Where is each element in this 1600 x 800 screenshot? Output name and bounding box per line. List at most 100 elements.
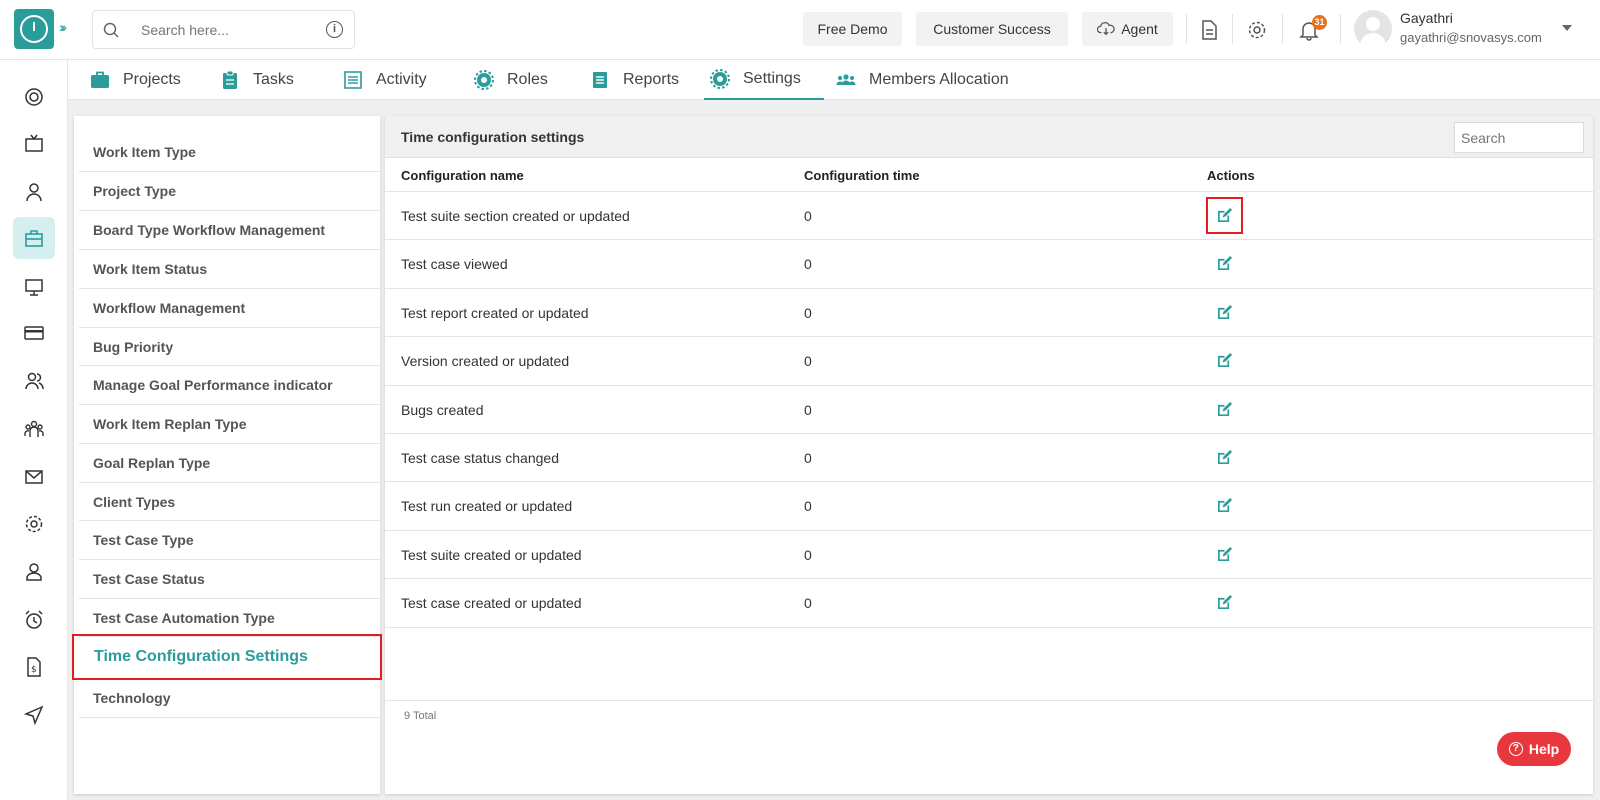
total-count: 9 Total	[404, 710, 437, 722]
menu-item-work-item-replan[interactable]: Work Item Replan Type	[79, 405, 380, 444]
menu-item-bug-priority[interactable]: Bug Priority	[79, 328, 380, 366]
menu-item-work-item-type[interactable]: Work Item Type	[79, 133, 380, 172]
expand-sidebar-icon[interactable]: ›››	[59, 19, 67, 35]
menu-item-workflow-management[interactable]: Workflow Management	[79, 289, 380, 328]
configuration-time: 0	[804, 546, 812, 563]
clipboard-icon	[223, 70, 237, 89]
tab-roles[interactable]: Roles	[474, 60, 548, 100]
rail-dashboard-icon[interactable]	[13, 76, 55, 118]
rail-send-icon[interactable]	[13, 694, 55, 736]
configuration-time: 0	[804, 401, 812, 418]
configuration-time: 0	[804, 450, 812, 466]
menu-item-test-case-automation[interactable]: Test Case Automation Type	[79, 599, 380, 637]
menu-item-client-types[interactable]: Client Types	[79, 483, 380, 521]
edit-icon[interactable]	[1216, 255, 1233, 272]
left-rail: $	[0, 60, 68, 800]
document-icon[interactable]	[1198, 19, 1220, 41]
help-button[interactable]: ? Help	[1497, 732, 1571, 766]
info-icon[interactable]: i	[326, 21, 343, 38]
rail-user-icon[interactable]	[13, 171, 55, 213]
configuration-name: Version created or updated	[401, 353, 570, 370]
user-name: Gayathri	[1400, 10, 1453, 26]
table-row: Test suite created or updated 0	[385, 531, 1593, 580]
menu-item-test-case-type[interactable]: Test Case Type	[79, 521, 380, 560]
menu-item-goal-performance[interactable]: Manage Goal Performance indicator	[79, 366, 380, 405]
gear-icon[interactable]	[1246, 19, 1268, 41]
table-row: Test report created or updated 0	[385, 289, 1593, 338]
rail-alarm-icon[interactable]	[13, 599, 55, 641]
global-search: i	[92, 10, 355, 49]
global-search-input[interactable]	[141, 21, 321, 38]
settings-menu: Work Item Type Project Type Board Type W…	[72, 116, 382, 794]
edit-icon[interactable]	[1216, 401, 1233, 418]
list-icon	[344, 71, 362, 89]
tab-projects[interactable]: Projects	[90, 60, 181, 100]
menu-item-project-type[interactable]: Project Type	[79, 172, 380, 211]
tab-label: Members Allocation	[869, 71, 1009, 88]
rail-users-icon[interactable]	[13, 360, 55, 402]
column-header-time[interactable]: Configuration time	[804, 168, 920, 183]
clock-logo-icon	[20, 15, 48, 43]
edit-icon[interactable]	[1216, 304, 1233, 321]
tab-members-allocation[interactable]: Members Allocation	[836, 60, 1009, 100]
briefcase-icon	[91, 71, 109, 88]
table-row: Test case created or updated 0	[385, 579, 1593, 628]
edit-icon[interactable]	[1216, 497, 1233, 514]
rail-monitor-icon[interactable]	[13, 266, 55, 308]
table-row: Bugs created 0	[385, 386, 1593, 434]
avatar[interactable]	[1354, 10, 1392, 48]
edit-icon[interactable]	[1216, 449, 1233, 466]
configuration-name: Test case created or updated	[401, 595, 582, 612]
chevron-down-icon[interactable]	[1562, 25, 1572, 31]
help-label: Help	[1528, 741, 1560, 757]
column-header-name[interactable]: Configuration name	[401, 168, 524, 183]
people-icon	[836, 74, 856, 85]
rail-profile-icon[interactable]	[13, 551, 55, 593]
edit-icon[interactable]	[1216, 352, 1233, 369]
customer-success-button[interactable]: Customer Success	[916, 12, 1068, 46]
gear-icon	[710, 69, 730, 89]
configuration-time: 0	[804, 256, 812, 273]
rail-briefcase-icon[interactable]	[13, 217, 55, 259]
configuration-name: Test suite section created or updated	[401, 208, 630, 224]
divider	[1340, 14, 1341, 44]
configuration-time: 0	[804, 353, 812, 370]
rail-mail-icon[interactable]	[13, 456, 55, 498]
configuration-name: Test case status changed	[401, 450, 559, 466]
panel-search-input[interactable]	[1454, 122, 1584, 153]
edit-icon[interactable]	[1206, 197, 1243, 234]
app-logo[interactable]	[14, 9, 54, 49]
configuration-time: 0	[804, 595, 812, 612]
rail-settings-icon[interactable]	[13, 503, 55, 545]
agent-button[interactable]: Agent	[1082, 12, 1173, 46]
configuration-name: Test suite created or updated	[401, 546, 582, 563]
menu-item-time-configuration[interactable]: Time Configuration Settings	[72, 634, 382, 680]
menu-item-technology[interactable]: Technology	[79, 678, 380, 718]
edit-icon[interactable]	[1216, 546, 1233, 563]
tab-activity[interactable]: Activity	[343, 60, 427, 100]
edit-icon[interactable]	[1216, 594, 1233, 611]
tab-reports[interactable]: Reports	[590, 60, 679, 100]
tab-settings[interactable]: Settings	[704, 60, 824, 100]
svg-text:$: $	[31, 665, 37, 675]
rail-team-icon[interactable]	[13, 408, 55, 450]
rail-card-icon[interactable]	[13, 312, 55, 354]
search-icon	[103, 22, 119, 38]
menu-item-test-case-status[interactable]: Test Case Status	[79, 560, 380, 599]
free-demo-button[interactable]: Free Demo	[803, 12, 902, 46]
gear-icon	[474, 70, 494, 90]
user-email: gayathri@snovasys.com	[1400, 30, 1542, 45]
menu-item-work-item-status[interactable]: Work Item Status	[79, 250, 380, 289]
rail-invoice-icon[interactable]: $	[13, 646, 55, 688]
tab-tasks[interactable]: Tasks	[220, 60, 294, 100]
panel-title: Time configuration settings	[401, 129, 585, 145]
tab-label: Activity	[376, 71, 427, 88]
tab-label: Reports	[623, 71, 680, 88]
menu-item-goal-replan[interactable]: Goal Replan Type	[79, 444, 380, 483]
panel-header: Time configuration settings	[385, 116, 1593, 158]
menu-item-board-type-workflow[interactable]: Board Type Workflow Management	[79, 211, 380, 250]
divider	[1186, 14, 1187, 44]
rail-tv-icon[interactable]	[13, 123, 55, 165]
table-row: Test case viewed 0	[385, 240, 1593, 289]
table-row: Test case status changed 0	[385, 434, 1593, 483]
